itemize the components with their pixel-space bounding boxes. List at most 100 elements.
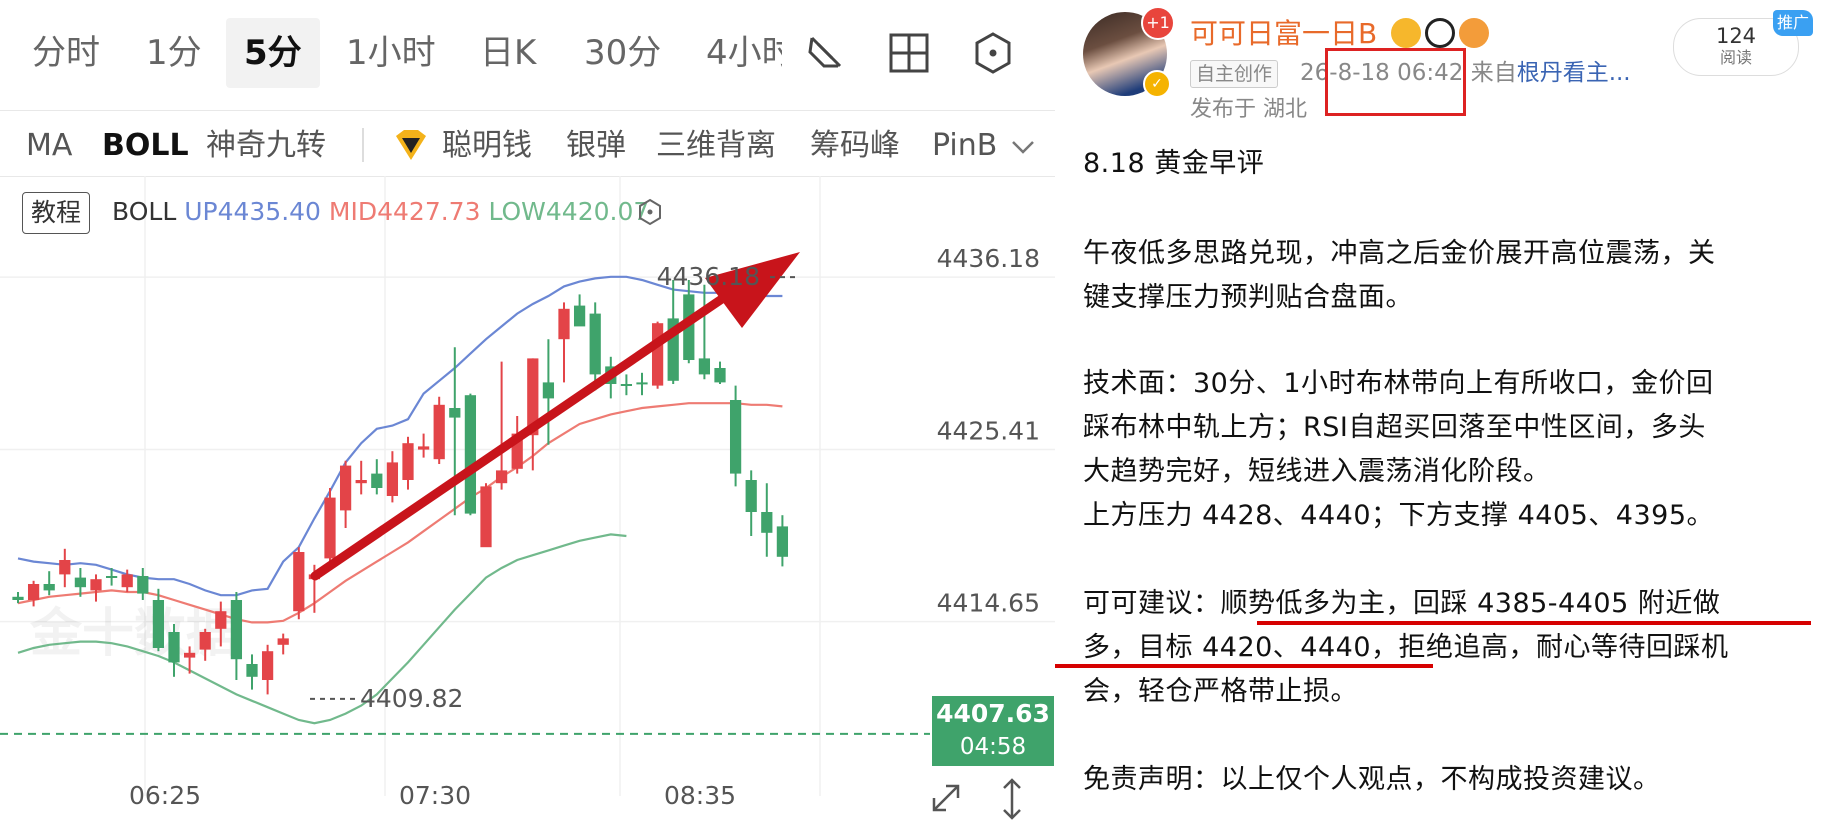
vertical-scale-icon[interactable]	[992, 776, 1032, 822]
indicator-boll[interactable]: BOLL	[102, 122, 189, 170]
divider	[0, 110, 1055, 111]
post-line: 键支撑压力预判贴合盘面。	[1083, 282, 1413, 313]
y-axis-label: 4414.65	[937, 589, 1040, 618]
divider	[362, 128, 364, 162]
candle	[417, 446, 430, 450]
candle	[651, 323, 664, 386]
candle	[714, 368, 726, 383]
boll-values: BOLL UP4435.40 MID4427.73 LOW4420.07	[112, 192, 649, 232]
candle	[324, 497, 336, 559]
post-line: 踩布林中轨上方；RSI自超买回落至中性区间，多头	[1083, 412, 1706, 443]
candle	[542, 382, 555, 399]
source-link[interactable]: 根丹看主...	[1517, 60, 1631, 86]
tab-5min[interactable]: 5分	[226, 18, 320, 88]
candle	[137, 576, 149, 594]
candle	[449, 408, 461, 418]
candle	[74, 577, 87, 588]
grid-layout-icon[interactable]	[886, 30, 932, 76]
highlight-underline	[1055, 664, 1433, 668]
read-count-label: 阅读	[1719, 48, 1752, 67]
hexagon-settings-icon[interactable]	[970, 30, 1016, 76]
post-line: 技术面：30分、1小时布林带向上有所收口，金价回	[1083, 368, 1714, 399]
post-line: 会，轻仓严格带止损。	[1083, 676, 1358, 707]
candlestick-chart[interactable]: 金十数据4436.184409.824436.184425.414414.650…	[0, 176, 1055, 828]
high-marker-label: 4436.18	[657, 262, 760, 291]
candle	[636, 382, 648, 385]
candle	[464, 395, 477, 514]
tab-1min[interactable]: 1分	[146, 18, 202, 88]
indicator-pinbar[interactable]: PinB	[932, 122, 997, 170]
tab-4hour[interactable]: 4小时	[706, 18, 782, 88]
post-line: 可可建议：顺势低多为主，回踩 4385-4405 附近做	[1083, 588, 1721, 619]
candle	[27, 584, 40, 600]
candle	[215, 611, 227, 629]
post-line: 免责声明：以上仅个人观点，不构成投资建议。	[1083, 764, 1661, 795]
source-prefix: 来自	[1470, 60, 1517, 86]
tab-1hour[interactable]: 1小时	[346, 18, 436, 88]
chevron-down-icon[interactable]	[1008, 132, 1038, 162]
y-axis-label: 4436.18	[937, 244, 1040, 273]
expand-icon[interactable]	[926, 778, 966, 818]
candle	[90, 579, 102, 591]
verified-icon: ✓	[1143, 70, 1171, 98]
trend-arrow-line	[310, 268, 765, 581]
candle	[698, 358, 711, 375]
candle-countdown: 04:58	[959, 734, 1027, 760]
candle	[121, 574, 133, 588]
low-marker-label: 4409.82	[360, 684, 463, 713]
post-title: 8.18 黄金早评	[1083, 148, 1265, 179]
candle	[761, 512, 773, 533]
candle	[12, 596, 24, 600]
indicator-chip-peak[interactable]: 筹码峰	[810, 122, 900, 170]
tutorial-button[interactable]: 教程	[22, 192, 90, 234]
face-emoji-icon	[1459, 18, 1489, 48]
boll-low-value: LOW4420.07	[488, 197, 650, 226]
post-line: 上方压力 4428、4440；下方支撑 4405、4395。	[1083, 500, 1715, 531]
tab-daily[interactable]: 日K	[480, 18, 536, 88]
candle	[183, 652, 196, 658]
candle	[246, 664, 258, 677]
candle	[386, 462, 399, 496]
candle	[168, 632, 180, 663]
promo-badge[interactable]: 推广	[1773, 10, 1813, 36]
original-tag: 自主创作	[1190, 60, 1279, 88]
indicator-3d-divergence[interactable]: 三维背离	[656, 122, 776, 170]
candle	[745, 480, 757, 512]
post-line: 大趋势完好，短线进入震荡消化阶段。	[1083, 456, 1551, 487]
candle	[729, 400, 742, 474]
indicator-smart-money[interactable]: 聪明钱	[442, 122, 532, 170]
y-axis-label: 4425.41	[937, 416, 1040, 445]
post-location: 发布于 湖北	[1190, 97, 1307, 122]
panda-emoji-icon	[1425, 18, 1455, 48]
post-line: 午夜低多思路兑现，冲高之后金价展开高位震荡，关	[1083, 238, 1716, 269]
crown-emoji-icon	[1391, 18, 1421, 48]
chart-panel: 分时 1分 5分 1小时 日K 30分 4小时 MA BOLL 神奇九转 聪明钱…	[0, 0, 1055, 828]
timestamp-highlight-box	[1325, 48, 1466, 116]
highlight-underline	[1257, 621, 1811, 625]
draw-pen-icon[interactable]	[802, 30, 848, 76]
candle	[152, 600, 165, 648]
candle	[59, 560, 71, 575]
current-price-box: 4407.63 04:58	[932, 696, 1054, 766]
candle	[433, 404, 445, 460]
boll-up-value: UP4435.40	[184, 197, 321, 226]
candle	[776, 526, 789, 557]
x-axis-label: 08:35	[664, 781, 736, 810]
x-axis-label: 06:25	[129, 781, 201, 810]
candle	[230, 600, 243, 660]
tab-timeshare[interactable]: 分时	[32, 18, 100, 88]
indicator-silver-bullet[interactable]: 银弹	[566, 122, 626, 170]
candle	[620, 384, 633, 386]
boll-mid-value: MID4427.73	[328, 197, 481, 226]
boll-label: BOLL	[112, 197, 177, 226]
candle	[43, 584, 55, 591]
tab-30min[interactable]: 30分	[584, 18, 661, 88]
current-price: 4407.63	[936, 699, 1050, 728]
candle	[339, 465, 352, 511]
settings-hexagon-icon[interactable]	[636, 198, 664, 226]
post-panel: +1 ✓ 可可日富一日B 自主创作 26-8-18 06:42 来自根丹看主..…	[1055, 0, 1823, 828]
diamond-icon	[392, 128, 430, 164]
indicator-nine-turn[interactable]: 神奇九转	[206, 122, 326, 170]
indicator-ma[interactable]: MA	[26, 122, 72, 170]
candle	[261, 651, 274, 680]
